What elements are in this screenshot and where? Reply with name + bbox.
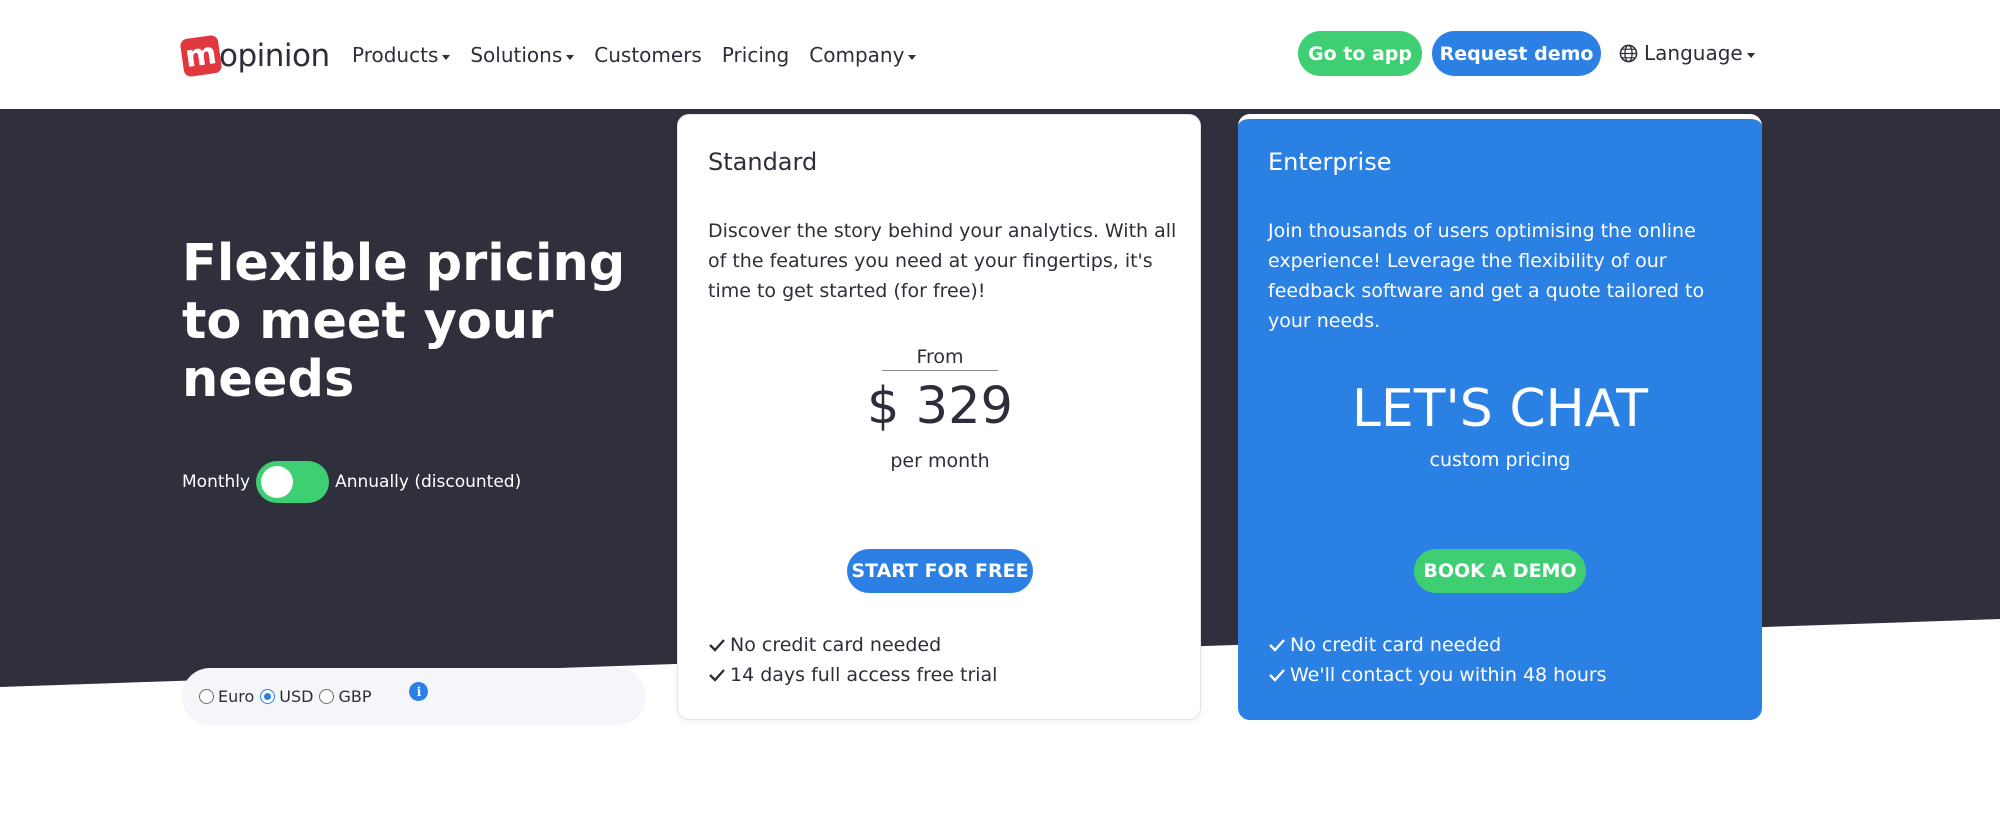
- logo-mark: m: [179, 34, 223, 78]
- plan-price: $ 329: [866, 377, 1013, 436]
- check-icon: [709, 639, 725, 652]
- feature-item: No credit card needed: [1268, 630, 1607, 660]
- radio-euro[interactable]: [199, 689, 214, 704]
- feature-list: No credit card needed 14 days full acces…: [708, 630, 997, 690]
- check-icon: [709, 669, 725, 682]
- nav-pricing[interactable]: Pricing: [722, 43, 789, 67]
- monthly-label: Monthly: [182, 472, 251, 492]
- toggle-knob: [261, 466, 294, 498]
- chevron-down-icon: [566, 54, 575, 60]
- nav-products[interactable]: Products: [352, 43, 451, 67]
- currency-euro-label: Euro: [218, 687, 255, 706]
- plan-description: Join thousands of users optimising the o…: [1268, 220, 1705, 332]
- globe-icon: [1619, 44, 1638, 62]
- site-header: m opinion Products Solutions Customers P…: [0, 0, 2000, 109]
- feature-text: We'll contact you within 48 hours: [1290, 664, 1607, 686]
- price-period: per month: [890, 450, 990, 472]
- plan-description: Discover the story behind your analytics…: [708, 220, 1177, 302]
- billing-period-toggle[interactable]: [256, 461, 330, 503]
- plan-name: Standard: [708, 148, 818, 176]
- feature-list: No credit card needed We'll contact you …: [1268, 630, 1607, 690]
- enterprise-plan-card: Enterprise Join thousands of users optim…: [1238, 114, 1762, 720]
- nav-products-label: Products: [352, 43, 439, 67]
- currency-option-gbp[interactable]: GBP: [319, 687, 371, 706]
- chevron-down-icon: [442, 54, 451, 60]
- hero-title: Flexible pricing to meet your needs: [182, 234, 626, 409]
- nav-customers[interactable]: Customers: [594, 43, 702, 67]
- feature-text: No credit card needed: [730, 634, 942, 656]
- chevron-down-icon: [908, 54, 917, 60]
- feature-item: We'll contact you within 48 hours: [1268, 660, 1607, 690]
- currency-usd-label: USD: [279, 687, 314, 706]
- chevron-down-icon: [1746, 52, 1755, 58]
- go-to-app-button[interactable]: Go to app: [1298, 31, 1422, 76]
- radio-usd[interactable]: [260, 689, 276, 704]
- feature-text: No credit card needed: [1290, 634, 1502, 656]
- nav-pricing-label: Pricing: [721, 43, 790, 67]
- nav-solutions[interactable]: Solutions: [470, 43, 575, 67]
- custom-pricing-label: custom pricing: [1429, 449, 1571, 471]
- currency-option-euro[interactable]: Euro: [199, 687, 254, 706]
- info-icon[interactable]: i: [409, 682, 429, 701]
- language-selector[interactable]: Language: [1619, 41, 1755, 65]
- price-from-label: From: [882, 346, 998, 371]
- logo-text: opinion: [219, 38, 330, 74]
- main-nav: Products Solutions Customers Pricing Com…: [352, 43, 936, 67]
- mopinion-logo[interactable]: m opinion: [179, 34, 330, 78]
- plan-name: Enterprise: [1268, 148, 1392, 176]
- check-icon: [1269, 669, 1285, 682]
- feature-item: No credit card needed: [708, 630, 997, 660]
- check-icon: [1269, 639, 1285, 652]
- currency-selector: Euro USD GBP i: [182, 668, 646, 725]
- currency-option-usd[interactable]: USD: [260, 687, 313, 706]
- standard-plan-card: Standard Discover the story behind your …: [677, 114, 1201, 720]
- book-a-demo-button[interactable]: BOOK A DEMO: [1414, 549, 1586, 593]
- start-for-free-button[interactable]: START FOR FREE: [847, 549, 1033, 593]
- language-label: Language: [1644, 41, 1743, 65]
- nav-company[interactable]: Company: [809, 43, 917, 67]
- currency-gbp-label: GBP: [338, 687, 372, 706]
- request-demo-button[interactable]: Request demo: [1432, 31, 1601, 76]
- feature-item: 14 days full access free trial: [708, 660, 997, 690]
- nav-company-label: Company: [809, 43, 905, 67]
- feature-text: 14 days full access free trial: [730, 664, 998, 686]
- nav-customers-label: Customers: [594, 43, 702, 67]
- annual-label: Annually (discounted): [335, 472, 522, 492]
- lets-chat-headline: LET'S CHAT: [1351, 379, 1649, 439]
- billing-toggle-row: Monthly Annually (discounted): [182, 461, 521, 503]
- radio-gbp[interactable]: [319, 689, 335, 704]
- nav-solutions-label: Solutions: [470, 43, 563, 67]
